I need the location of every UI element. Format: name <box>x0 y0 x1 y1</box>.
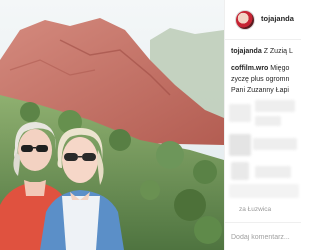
comment-text-line3: Pani Zuzanny Łapi <box>231 87 289 94</box>
caption-text: Z Zuzią L <box>263 48 293 55</box>
location-text: za Łuzwica <box>239 206 272 213</box>
post-sidebar: tojajanda tojajanda Z Zuzią L coffilm.wr… <box>224 0 301 250</box>
comment-text-line1: Mięgo <box>270 65 290 72</box>
blurred-text <box>253 138 297 150</box>
caption-row: tojajanda Z Zuzią L <box>231 46 307 57</box>
blurred-actions <box>229 184 299 198</box>
blurred-text <box>255 100 295 112</box>
caption-author-link[interactable]: tojajanda <box>231 48 262 55</box>
post-header: tojajanda <box>225 0 301 40</box>
comments-section: tojajanda Z Zuzią L coffilm.wro Mięgo zy… <box>231 46 307 96</box>
blurred-text <box>255 116 281 126</box>
comment-row: coffilm.wro Mięgo <box>231 63 307 74</box>
username-link[interactable]: tojajanda <box>261 14 294 23</box>
comment-bar <box>225 222 301 250</box>
blurred-avatar <box>231 162 249 180</box>
blurred-avatar <box>229 104 251 122</box>
comment-input[interactable] <box>231 231 301 243</box>
blurred-avatar <box>229 134 251 156</box>
blurred-text <box>255 166 291 178</box>
comment-text-line2: zyczę plus ogromn <box>231 76 290 83</box>
post-photo[interactable] <box>0 0 224 250</box>
comment-author-link[interactable]: coffilm.wro <box>231 65 268 72</box>
profile-avatar-icon[interactable] <box>235 10 255 30</box>
photo-scene <box>0 0 224 250</box>
